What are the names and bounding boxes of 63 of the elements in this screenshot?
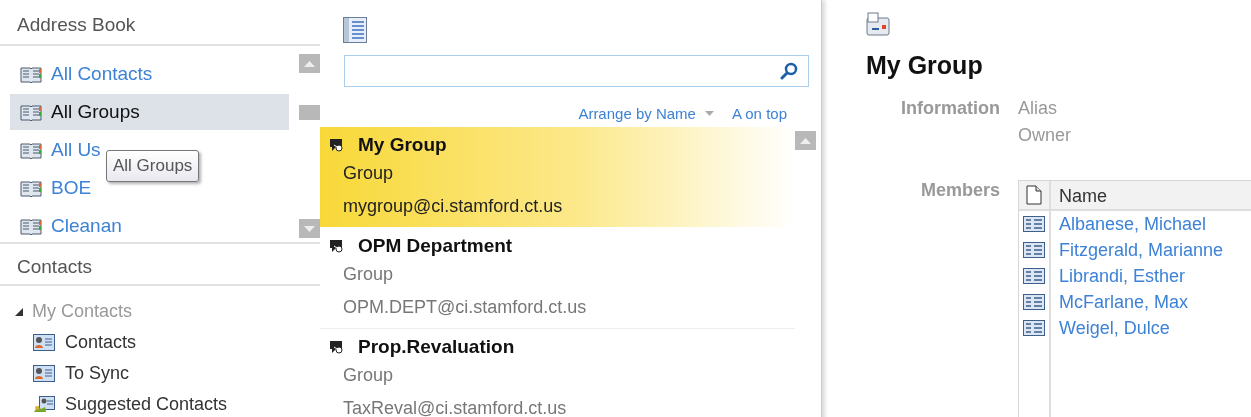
tree-item[interactable]: My Contacts [15, 296, 320, 327]
section-label: Information [900, 98, 1000, 120]
scroll-thumb[interactable] [298, 105, 320, 120]
search-icon [780, 62, 798, 80]
page-icon [1026, 185, 1042, 205]
member-link[interactable]: Weigel, Dulce [1051, 315, 1251, 341]
book-icon [20, 217, 42, 235]
book-icon [20, 103, 42, 121]
group-type: Group [342, 263, 395, 286]
group-name: OPM Department [358, 235, 513, 257]
group-email: OPM.DEPT@ci.stamford.ct.us [342, 296, 588, 319]
scroll-down-button[interactable] [298, 219, 320, 238]
contact-card-icon [1023, 320, 1045, 336]
contact-card-icon [1023, 216, 1045, 232]
field-label: Owner [1018, 125, 1072, 146]
tooltip: All Groups [106, 150, 200, 182]
group-list-item[interactable]: Prop.Revaluation Group TaxReval@ci.stamford.ct.us [320, 329, 795, 417]
arrow-down-icon [303, 225, 315, 232]
expanded-triangle-icon[interactable] [15, 307, 23, 316]
book-icon [20, 141, 42, 159]
book-icon [20, 65, 42, 83]
member-link[interactable]: Fitzgerald, Marianne [1051, 237, 1251, 263]
pane-title: Contacts [0, 242, 320, 286]
tree-item[interactable]: Contacts [33, 327, 320, 358]
tree-item[interactable]: Suggested Contacts [33, 389, 320, 417]
column-header[interactable]: Name [1051, 181, 1251, 211]
address-list-item[interactable]: All Contacts [10, 56, 155, 92]
member-link[interactable]: Albanese, Michael [1051, 211, 1251, 237]
group-type: Group [342, 162, 395, 185]
group-email: TaxReval@ci.stamford.ct.us [342, 397, 568, 417]
section-label: Members [919, 180, 1000, 202]
search-field[interactable] [344, 55, 809, 87]
arrange-by-dropdown[interactable]: Arrange by Name [578, 99, 714, 127]
sort-order-link[interactable]: A on top [731, 99, 787, 127]
address-list-item[interactable]: Cleanan [10, 208, 124, 242]
list-icon [343, 17, 367, 43]
group-name: Prop.Revaluation [358, 336, 515, 358]
arrow-up-icon [303, 60, 315, 67]
address-list-item[interactable]: BOE [10, 170, 94, 206]
arrow-up-icon [800, 137, 811, 144]
contact-card-icon [33, 334, 55, 351]
group-list-item[interactable]: OPM Department Group OPM.DEPT@ci.stamford.ct.us [320, 228, 795, 329]
tree-item[interactable]: To Sync [33, 358, 320, 389]
contact-card-icon [1023, 242, 1045, 258]
scroll-up-button[interactable] [298, 54, 320, 73]
contact-card-icon [1023, 268, 1045, 284]
contact-card-icon [33, 396, 55, 413]
member-link[interactable]: Librandi, Esther [1051, 263, 1251, 289]
pane-title: Address Book [0, 0, 320, 46]
group-email: mygroup@ci.stamford.ct.us [342, 195, 564, 218]
field-label: Alias [1018, 98, 1058, 119]
contact-title: My Group [866, 51, 984, 80]
group-name: My Group [358, 134, 447, 156]
mail-icon [866, 12, 891, 37]
contact-card-icon [33, 365, 55, 382]
address-list-item[interactable]: All Us [10, 132, 103, 168]
scroll-up-button[interactable] [795, 131, 816, 150]
group-type: Group [342, 364, 395, 387]
caret-icon [704, 110, 714, 116]
book-icon [20, 179, 42, 197]
member-link[interactable]: McFarlane, Max [1051, 289, 1251, 315]
address-list-item[interactable]: All Groups [10, 94, 289, 130]
contact-card-icon [1023, 294, 1045, 310]
